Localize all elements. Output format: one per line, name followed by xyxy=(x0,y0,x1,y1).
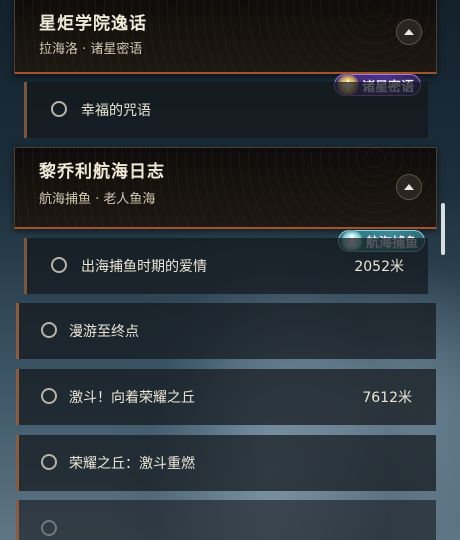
quest-section-header-voyage[interactable]: 黎乔利航海日志 航海捕鱼 · 老人鱼海 xyxy=(14,147,437,229)
quest-label: 激斗！向着荣耀之丘 xyxy=(69,390,195,406)
quest-status-circle-icon xyxy=(41,454,57,470)
quest-item-partial[interactable] xyxy=(16,500,436,540)
quest-list-panel: 星炬学院逸话 拉海洛 · 诸星密语 诸星密语 幸福的咒语 黎乔利航海日志 航海捕… xyxy=(0,0,460,540)
chevron-up-icon xyxy=(404,29,414,35)
chevron-up-icon xyxy=(404,184,414,190)
quest-label: 出海捕鱼时期的爱情 xyxy=(81,259,207,275)
quest-label: 荣耀之丘：激斗重燃 xyxy=(69,456,195,472)
section-subtitle: 拉海洛 · 诸星密语 xyxy=(39,42,143,57)
quest-distance: 7612米 xyxy=(362,390,412,406)
quest-section-header-academy[interactable]: 星炬学院逸话 拉海洛 · 诸星密语 xyxy=(14,0,437,74)
quest-label: 漫游至终点 xyxy=(69,324,139,340)
scrollbar-thumb[interactable] xyxy=(441,203,445,255)
quest-item[interactable]: 漫游至终点 xyxy=(16,303,436,359)
section-title: 星炬学院逸话 xyxy=(39,14,147,34)
section-subtitle: 航海捕鱼 · 老人鱼海 xyxy=(39,192,156,207)
quest-status-circle-icon xyxy=(51,101,67,117)
quest-status-circle-icon xyxy=(41,388,57,404)
quest-item[interactable]: 出海捕鱼时期的爱情 2052米 xyxy=(24,238,428,294)
quest-status-circle-icon xyxy=(51,257,67,273)
collapse-button[interactable] xyxy=(396,19,422,45)
quest-distance: 2052米 xyxy=(354,259,404,275)
quest-item[interactable]: 幸福的咒语 xyxy=(24,82,428,138)
quest-label: 幸福的咒语 xyxy=(81,103,151,119)
quest-status-circle-icon xyxy=(41,322,57,338)
quest-item[interactable]: 激斗！向着荣耀之丘 7612米 xyxy=(16,369,436,425)
collapse-button[interactable] xyxy=(396,174,422,200)
quest-item[interactable]: 荣耀之丘：激斗重燃 xyxy=(16,435,436,491)
quest-status-circle-icon xyxy=(41,520,57,536)
section-title: 黎乔利航海日志 xyxy=(39,162,165,182)
